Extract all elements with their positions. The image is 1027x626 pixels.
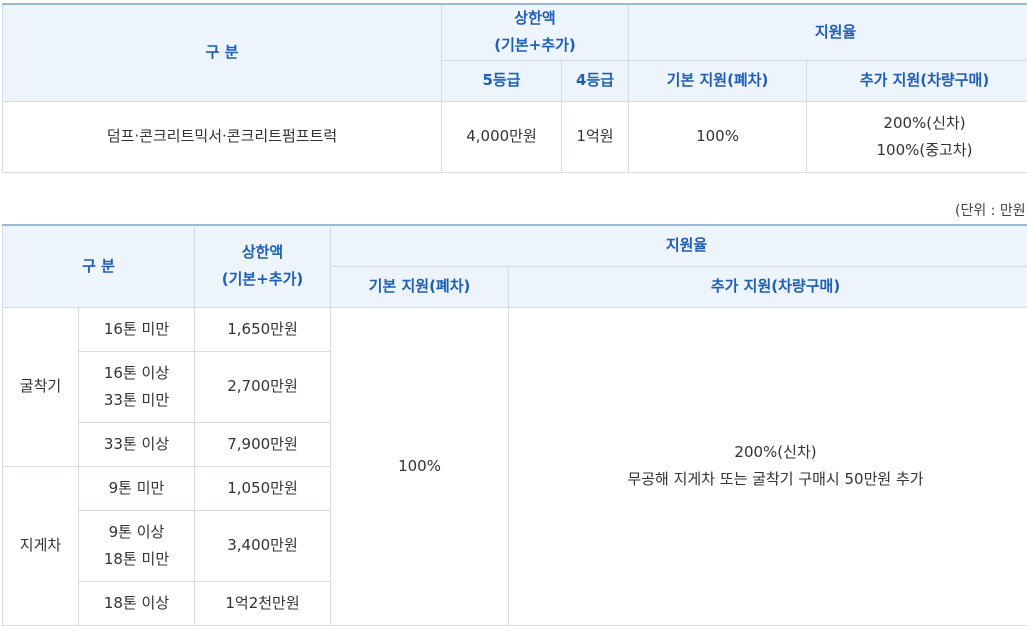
grade5-header: 5등급 <box>442 60 562 101</box>
size-range-to: 18톤 미만 <box>79 546 194 573</box>
subsidy-table-trucks: 구 분 상한액 (기본+추가) 지원율 5등급 4등급 기본 지원(폐차) 추가… <box>2 3 1027 173</box>
extra-rate-new: 200%(신차) <box>807 110 1027 137</box>
basic-rate: 100% <box>331 307 509 625</box>
size-range-from: 9톤 이상 <box>79 519 194 546</box>
limit-amount: 1,050만원 <box>195 466 331 510</box>
limit-header: 상한액 (기본+추가) <box>195 225 331 307</box>
limit-amount: 3,400만원 <box>195 510 331 581</box>
basic-rate: 100% <box>629 101 807 172</box>
grade4-header: 4등급 <box>562 60 629 101</box>
limit-header-sub: (기본+추가) <box>195 266 330 293</box>
size-range-from: 16톤 이상 <box>79 360 194 387</box>
group-name: 지게차 <box>3 466 79 625</box>
limit-amount: 1억2천만원 <box>195 581 331 625</box>
extra-rate: 200%(신차) 무공해 지게차 또는 굴착기 구매시 50만원 추가 <box>509 307 1027 625</box>
rate-header: 지원율 <box>629 4 1027 60</box>
size-range: 18톤 이상 <box>79 581 195 625</box>
grade4-limit: 1억원 <box>562 101 629 172</box>
extra-rate: 200%(신차) 100%(중고차) <box>807 101 1027 172</box>
limit-amount: 7,900만원 <box>195 422 331 466</box>
unit-note: (단위 : 만원) <box>955 201 1027 221</box>
extra-support-header: 추가 지원(차량구매) <box>807 60 1027 101</box>
subsidy-table-construction: 구 분 상한액 (기본+추가) 지원율 기본 지원(폐차) 추가 지원(차량구매… <box>2 224 1027 626</box>
vehicle-category: 덤프·콘크리트믹서·콘크리트펌프트럭 <box>3 101 442 172</box>
table-row: 굴착기 16톤 미만 1,650만원 100% 200%(신차) 무공해 지게차… <box>3 307 1027 351</box>
basic-support-header: 기본 지원(폐차) <box>331 266 509 307</box>
category-header: 구 분 <box>3 225 195 307</box>
size-range: 9톤 미만 <box>79 466 195 510</box>
extra-rate-new: 200%(신차) <box>509 439 1027 466</box>
group-name: 굴착기 <box>3 307 79 466</box>
size-range: 16톤 이상 33톤 미만 <box>79 351 195 422</box>
extra-rate-used: 100%(중고차) <box>807 137 1027 164</box>
rate-header: 지원율 <box>331 225 1027 266</box>
basic-support-header: 기본 지원(폐차) <box>629 60 807 101</box>
limit-header-title: 상한액 <box>195 239 330 266</box>
grade5-limit: 4,000만원 <box>442 101 562 172</box>
limit-amount: 1,650만원 <box>195 307 331 351</box>
extra-rate-note: 무공해 지게차 또는 굴착기 구매시 50만원 추가 <box>509 466 1027 493</box>
size-range-to: 33톤 미만 <box>79 387 194 414</box>
limit-header: 상한액 (기본+추가) <box>442 4 629 60</box>
size-range: 33톤 이상 <box>79 422 195 466</box>
category-header: 구 분 <box>3 4 442 101</box>
limit-header-title: 상한액 <box>442 5 628 32</box>
size-range: 16톤 미만 <box>79 307 195 351</box>
size-range: 9톤 이상 18톤 미만 <box>79 510 195 581</box>
table-row: 덤프·콘크리트믹서·콘크리트펌프트럭 4,000만원 1억원 100% 200%… <box>3 101 1027 172</box>
extra-support-header: 추가 지원(차량구매) <box>509 266 1027 307</box>
limit-header-sub: (기본+추가) <box>442 32 628 59</box>
limit-amount: 2,700만원 <box>195 351 331 422</box>
